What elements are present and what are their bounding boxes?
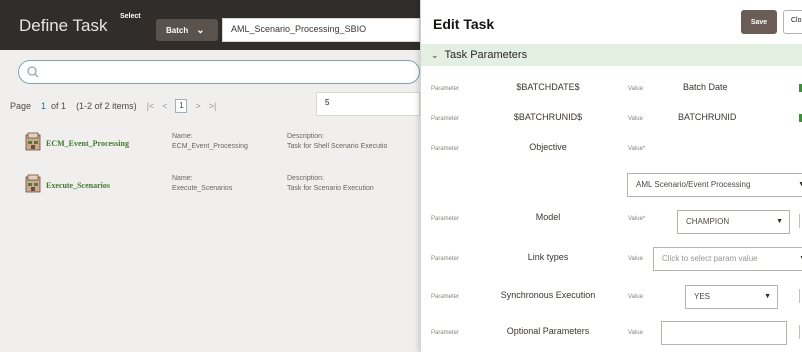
caret-down-icon: ▼ bbox=[764, 293, 771, 300]
edit-task-drawer: Edit Task Save Clo ⌄ Task Parameters Par… bbox=[420, 0, 802, 352]
description-label: Description: bbox=[287, 175, 324, 182]
value-label: Value* bbox=[628, 146, 646, 152]
first-page-icon[interactable]: |< bbox=[147, 101, 155, 111]
param-name: Optional Parameters bbox=[506, 326, 590, 336]
task-title-link[interactable]: ECM_Event_Processing bbox=[46, 139, 129, 148]
task-description-value: Task for Shell Scenario Executio bbox=[287, 143, 388, 150]
param-name: $BATCHRUNID$ bbox=[513, 112, 583, 122]
objective-value: AML Scenario/Event Processing bbox=[636, 180, 751, 189]
task-row[interactable]: ECM_Event_Processing Name: ECM_Event_Pro… bbox=[0, 132, 420, 162]
task-name-value: Execute_Scenarios bbox=[172, 185, 233, 192]
parameter-label: Parameter bbox=[431, 294, 460, 300]
chevron-down-icon: ⌄ bbox=[196, 24, 205, 36]
optional-parameters-input[interactable] bbox=[661, 321, 787, 345]
task-parameters-section-header[interactable]: ⌄ Task Parameters bbox=[421, 44, 802, 66]
synchronous-execution-value: YES bbox=[694, 292, 711, 301]
param-name: Model bbox=[535, 212, 561, 222]
name-label: Name: bbox=[172, 175, 193, 182]
batch-button-label: Batch bbox=[166, 25, 189, 35]
drawer-title: Edit Task bbox=[433, 16, 495, 32]
task-title-link[interactable]: Execute_Scenarios bbox=[46, 181, 110, 190]
task-description-value: Task for Scenario Execution bbox=[287, 185, 374, 192]
section-title: Task Parameters bbox=[444, 49, 528, 61]
param-name: Link types bbox=[527, 252, 569, 262]
value-label: Value bbox=[628, 294, 643, 300]
search-icon bbox=[27, 66, 39, 78]
value-label: Value* bbox=[628, 216, 646, 222]
param-name: $BATCHDATE$ bbox=[516, 82, 580, 92]
task-icon bbox=[25, 132, 41, 151]
value-label: Value bbox=[628, 86, 643, 92]
param-value: BATCHRUNID bbox=[678, 112, 737, 122]
parameter-label: Parameter bbox=[431, 86, 460, 92]
page-count: of 1 bbox=[51, 101, 67, 111]
model-value: CHAMPION bbox=[686, 217, 730, 226]
parameter-label: Parameter bbox=[431, 216, 460, 222]
parameter-label: Parameter bbox=[431, 116, 460, 122]
last-page-icon[interactable]: >| bbox=[209, 101, 217, 111]
value-label: Value bbox=[628, 116, 643, 122]
param-value: Batch Date bbox=[683, 82, 728, 92]
value-label: Value bbox=[628, 330, 643, 336]
caret-down-icon: ▼ bbox=[776, 218, 783, 225]
link-types-select[interactable]: Click to select param value ▼ bbox=[653, 247, 802, 271]
next-page-icon[interactable]: > bbox=[195, 101, 200, 111]
model-select[interactable]: CHAMPION ▼ bbox=[677, 210, 790, 234]
caret-down-icon: ▼ bbox=[798, 181, 802, 188]
synchronous-execution-select[interactable]: YES ▼ bbox=[685, 285, 778, 309]
current-page: 1 bbox=[41, 101, 47, 111]
prev-page-icon[interactable]: < bbox=[162, 101, 167, 111]
task-name-value: ECM_Event_Processing bbox=[172, 143, 248, 150]
name-label: Name: bbox=[172, 133, 193, 140]
param-name: Objective bbox=[529, 142, 567, 152]
param-name: Synchronous Execution bbox=[500, 290, 596, 300]
page-number-input[interactable]: 1 bbox=[175, 99, 188, 113]
page-label: Page bbox=[10, 101, 32, 111]
select-label: Select bbox=[120, 13, 141, 20]
task-row[interactable]: Execute_Scenarios Name: Execute_Scenario… bbox=[0, 174, 420, 204]
save-button[interactable]: Save bbox=[741, 10, 777, 34]
value-label: Value bbox=[628, 256, 643, 262]
description-label: Description: bbox=[287, 133, 324, 140]
batch-dropdown-button[interactable]: Batch ⌄ bbox=[156, 19, 218, 41]
objective-select[interactable]: AML Scenario/Event Processing ▼ bbox=[627, 173, 802, 197]
page-size-select[interactable]: 5 bbox=[316, 92, 420, 116]
close-button[interactable]: Clo bbox=[783, 10, 802, 34]
batch-name-field[interactable]: AML_Scenario_Processing_SBIO bbox=[222, 18, 420, 42]
parameter-label: Parameter bbox=[431, 146, 460, 152]
search-input[interactable] bbox=[18, 60, 420, 84]
items-count: (1-2 of 2 items) bbox=[76, 101, 137, 111]
parameter-label: Parameter bbox=[431, 256, 460, 262]
page-title: Define Task bbox=[19, 16, 108, 35]
task-icon bbox=[25, 174, 41, 193]
link-types-placeholder: Click to select param value bbox=[662, 254, 758, 263]
chevron-down-icon: ⌄ bbox=[431, 49, 439, 60]
parameter-label: Parameter bbox=[431, 330, 460, 336]
pagination-bar: Page 1 of 1 (1-2 of 2 items) |< < 1 > >| bbox=[10, 96, 224, 116]
